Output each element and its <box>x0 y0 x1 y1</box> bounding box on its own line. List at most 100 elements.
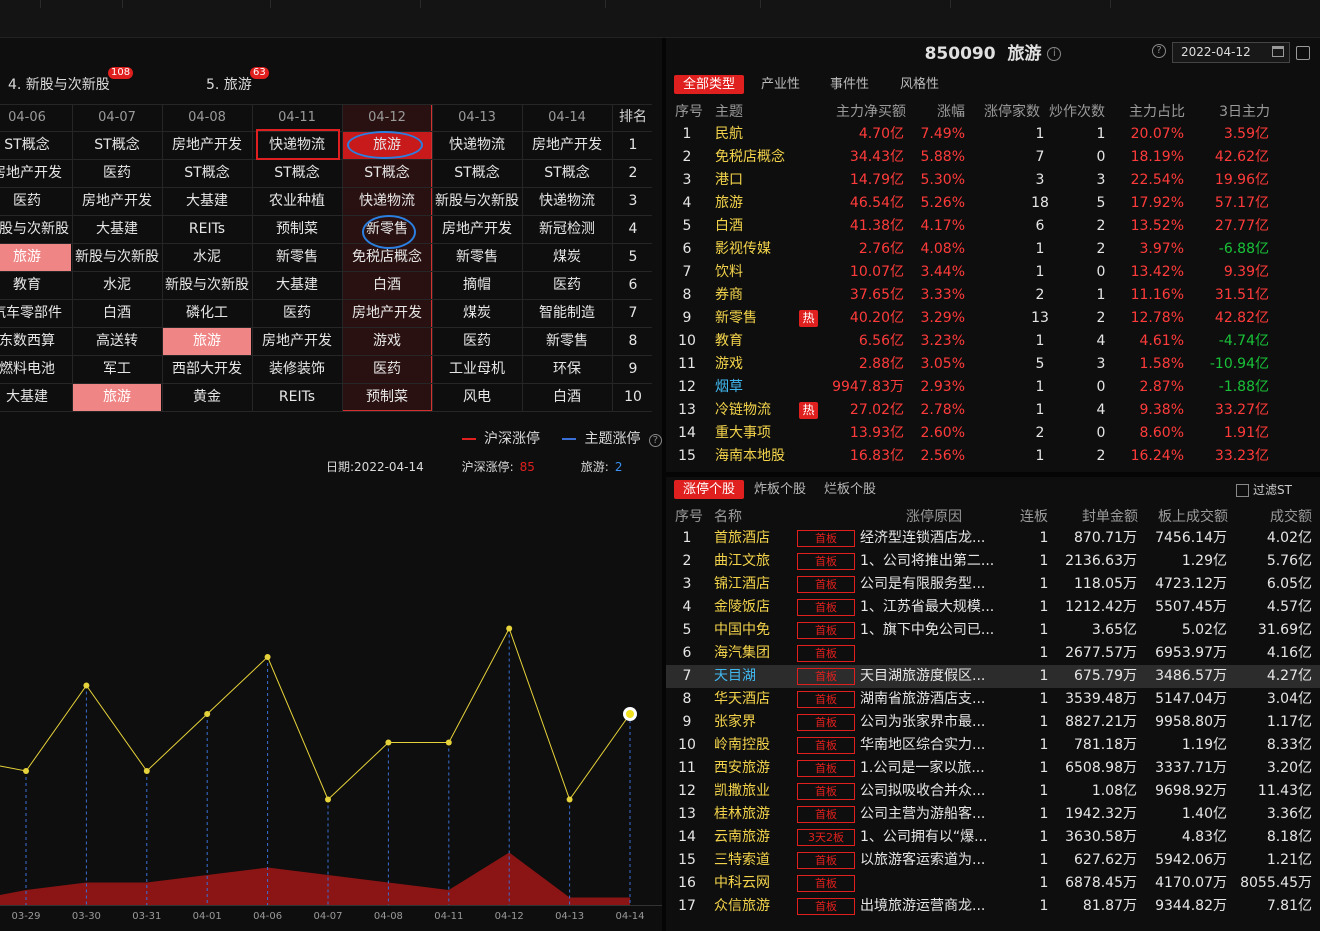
stock-cell-name[interactable]: 曲江文旅 <box>714 550 770 573</box>
stock-cell-reason[interactable]: 1、旗下中免公司已... <box>860 619 1000 642</box>
stock-cell-name[interactable]: 凯撒旅业 <box>714 780 770 803</box>
section-tab-tourism[interactable]: 5. 旅游 63 <box>206 67 269 94</box>
stock-cell-reason[interactable]: 以旅游客运索道为... <box>860 849 1000 872</box>
stock-row[interactable]: 14 云南旅游 3天2板 1、公司拥有以“爆... 1 3630.58万 4.83亿 8.18… <box>666 826 1320 849</box>
grid-cell[interactable]: 医药 <box>343 356 431 383</box>
section-tab-new-stocks[interactable]: 4. 新股与次新股 108 <box>8 67 134 94</box>
theme-col-header[interactable]: 主题 <box>715 101 743 121</box>
grid-cell[interactable]: 快递物流 <box>433 132 521 159</box>
stock-cell-name[interactable]: 云南旅游 <box>714 826 770 849</box>
theme-row[interactable]: 2 免税店概念 34.43亿 5.88% 7 0 18.19% 42.62亿 <box>666 146 1320 169</box>
limit-up-chart[interactable]: 03-29 03-30 03-31 04-01 04-06 04-07 04-08 04-11… <box>0 490 662 931</box>
stock-col-header[interactable]: 涨停原因 <box>906 506 962 526</box>
filter-st-checkbox[interactable]: 过滤ST <box>1236 481 1292 498</box>
grid-cell[interactable]: 大基建 <box>163 188 251 215</box>
grid-cell[interactable]: 军工 <box>73 356 161 383</box>
grid-cell[interactable]: 房地产开发 <box>433 216 521 243</box>
stock-cell-reason[interactable]: 公司拟吸收合并众... <box>860 780 1000 803</box>
stock-cell-name[interactable]: 天目湖 <box>714 665 756 688</box>
stock-cell-reason[interactable]: 1、公司将推出第二... <box>860 550 1000 573</box>
theme-row[interactable]: 11 游戏 2.88亿 3.05% 5 3 1.58% -10.94亿 <box>666 353 1320 376</box>
date-picker[interactable]: 2022-04-12 <box>1172 42 1290 63</box>
filter-tab[interactable]: 风格性 <box>900 75 939 94</box>
stock-row[interactable]: 5 中国中免 首板 1、旗下中免公司已... 1 3.65亿 5.02亿 31.69亿 <box>666 619 1320 642</box>
grid-cell[interactable]: 医药 <box>523 272 611 299</box>
grid-cell[interactable]: 西部大开发 <box>163 356 251 383</box>
stock-col-header[interactable]: 序号 <box>675 506 703 526</box>
grid-cell[interactable]: 东数西算 <box>0 328 71 355</box>
filter-tab[interactable]: 全部类型 <box>674 75 745 94</box>
grid-cell[interactable]: 摘帽 <box>433 272 521 299</box>
grid-cell[interactable]: 煤炭 <box>523 244 611 271</box>
grid-cell[interactable]: REITs <box>253 384 341 411</box>
grid-cell[interactable]: 教育 <box>0 272 71 299</box>
theme-row[interactable]: 13 冷链物流 热 27.02亿 2.78% 1 4 9.38% 33.27亿 <box>666 399 1320 422</box>
grid-cell[interactable]: 预制菜 <box>343 384 431 411</box>
grid-cell[interactable]: 新零售 <box>433 244 521 271</box>
grid-cell[interactable]: 房地产开发 <box>343 300 431 327</box>
theme-row[interactable]: 9 新零售 热 40.20亿 3.29% 13 2 12.78% 42.82亿 <box>666 307 1320 330</box>
stock-cell-name[interactable]: 中科云网 <box>714 872 770 895</box>
grid-cell[interactable]: ST概念 <box>343 160 431 187</box>
grid-cell[interactable]: 房地产开发 <box>253 328 341 355</box>
grid-cell[interactable]: 快递物流 <box>343 188 431 215</box>
grid-cell[interactable]: 房地产开发 <box>523 132 611 159</box>
theme-row[interactable]: 10 教育 6.56亿 3.23% 1 4 4.61% -4.74亿 <box>666 330 1320 353</box>
stock-row[interactable]: 11 西安旅游 首板 1.公司是一家以旅... 1 6508.98万 3337.71万 3.2… <box>666 757 1320 780</box>
stock-tab[interactable]: 烂板个股 <box>824 480 876 499</box>
stock-cell-reason[interactable]: 1、公司拥有以“爆... <box>860 826 1000 849</box>
theme-col-header[interactable]: 主力净买额 <box>836 101 906 121</box>
theme-row[interactable]: 7 饮料 10.07亿 3.44% 1 0 13.42% 9.39亿 <box>666 261 1320 284</box>
grid-cell[interactable]: 医药 <box>0 188 71 215</box>
filter-tab[interactable]: 产业性 <box>761 75 800 94</box>
grid-cell[interactable]: 燃料电池 <box>0 356 71 383</box>
grid-cell[interactable]: 智能制造 <box>523 300 611 327</box>
open-external-icon[interactable] <box>1296 46 1310 60</box>
stock-tab[interactable]: 涨停个股 <box>674 480 745 499</box>
grid-cell[interactable]: 医药 <box>73 160 161 187</box>
grid-cell[interactable]: 旅游 <box>73 384 161 411</box>
grid-cell[interactable]: 医药 <box>253 300 341 327</box>
stock-row[interactable]: 8 华天酒店 首板 湖南省旅游酒店支... 1 3539.48万 5147.04万 3.04亿 <box>666 688 1320 711</box>
stock-cell-reason[interactable]: 公司是有限服务型... <box>860 573 1000 596</box>
theme-col-header[interactable]: 炒作次数 <box>1049 101 1105 121</box>
grid-cell[interactable]: 预制菜 <box>253 216 341 243</box>
grid-cell[interactable]: 白酒 <box>73 300 161 327</box>
theme-row[interactable]: 1 民航 4.70亿 7.49% 1 1 20.07% 3.59亿 <box>666 123 1320 146</box>
stock-row[interactable]: 16 中科云网 首板 1 6878.45万 4170.07万 8055.45万 <box>666 872 1320 895</box>
grid-cell[interactable]: 房地产开发 <box>163 132 251 159</box>
stock-row[interactable]: 3 锦江酒店 首板 公司是有限服务型... 1 118.05万 4723.12万 6.05亿 <box>666 573 1320 596</box>
grid-cell[interactable]: 农业种植 <box>253 188 341 215</box>
grid-cell[interactable]: 新零售 <box>523 328 611 355</box>
theme-row[interactable]: 4 旅游 46.54亿 5.26% 18 5 17.92% 57.17亿 <box>666 192 1320 215</box>
theme-col-header[interactable]: 序号 <box>675 101 703 121</box>
stock-col-header[interactable]: 名称 <box>714 506 742 526</box>
grid-cell[interactable]: 新冠检测 <box>523 216 611 243</box>
stock-cell-name[interactable]: 众信旅游 <box>714 895 770 918</box>
filter-tab[interactable]: 事件性 <box>830 75 869 94</box>
stock-cell-name[interactable]: 桂林旅游 <box>714 803 770 826</box>
stock-cell-name[interactable]: 锦江酒店 <box>714 573 770 596</box>
theme-row[interactable]: 3 港口 14.79亿 5.30% 3 3 22.54% 19.96亿 <box>666 169 1320 192</box>
grid-cell[interactable]: 旅游 <box>0 244 71 271</box>
stock-cell-reason[interactable]: 出境旅游运营商龙... <box>860 895 1000 918</box>
grid-cell[interactable]: REITs <box>163 216 251 243</box>
grid-cell[interactable]: 旅游 <box>163 328 251 355</box>
grid-cell[interactable]: 白酒 <box>343 272 431 299</box>
theme-row[interactable]: 12 烟草 9947.83万 2.93% 1 0 2.87% -1.88亿 <box>666 376 1320 399</box>
stock-col-header[interactable]: 板上成交额 <box>1158 506 1228 526</box>
grid-cell[interactable]: 新股与次新股 <box>163 272 251 299</box>
grid-cell[interactable]: 水泥 <box>73 272 161 299</box>
stock-row[interactable]: 17 众信旅游 首板 出境旅游运营商龙... 1 81.87万 9344.82万 7.81亿 <box>666 895 1320 918</box>
stock-cell-reason[interactable]: 公司主营为游船客... <box>860 803 1000 826</box>
stock-col-header[interactable]: 成交额 <box>1270 506 1312 526</box>
theme-col-header[interactable]: 涨停家数 <box>984 101 1040 121</box>
info-icon[interactable]: i <box>1047 47 1062 61</box>
grid-cell[interactable]: 新股与次新股 <box>73 244 161 271</box>
grid-cell[interactable]: 工业母机 <box>433 356 521 383</box>
stock-col-header[interactable]: 封单金额 <box>1082 506 1138 526</box>
grid-cell[interactable]: ST概念 <box>253 160 341 187</box>
stock-cell-name[interactable]: 首旅酒店 <box>714 527 770 550</box>
stock-cell-reason[interactable]: 经济型连锁酒店龙... <box>860 527 1000 550</box>
stock-cell-reason[interactable]: 1、江苏省最大规模... <box>860 596 1000 619</box>
